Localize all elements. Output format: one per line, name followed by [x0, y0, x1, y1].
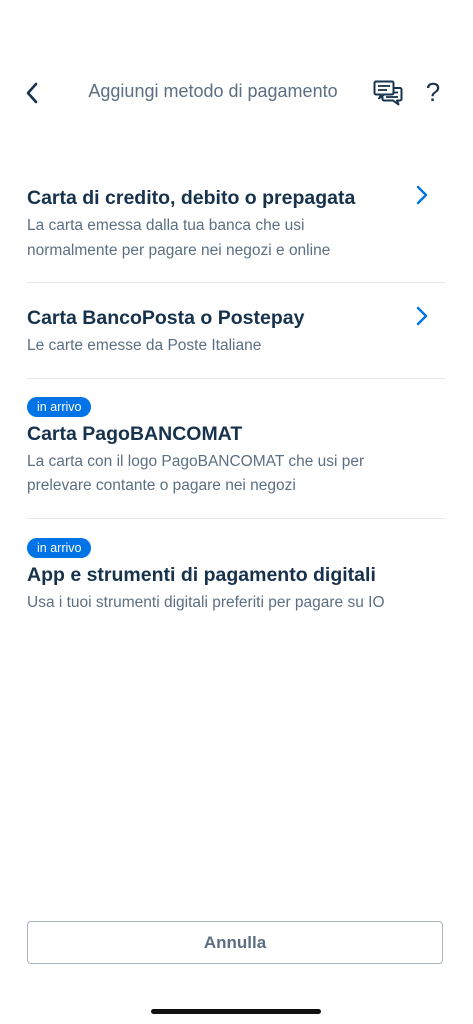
coming-soon-badge: in arrivo: [27, 537, 92, 558]
payment-methods-list: Carta di credito, debito o prepagata La …: [27, 162, 445, 634]
chat-bubbles-icon: [373, 80, 403, 106]
back-button[interactable]: [18, 78, 46, 108]
payment-method-pagobancomat: in arrivo Carta PagoBANCOMAT La carta co…: [27, 379, 445, 519]
coming-soon-badge: in arrivo: [27, 396, 92, 417]
navigation-header: Aggiungi metodo di pagamento ?: [0, 62, 473, 124]
chevron-right-icon: [413, 305, 431, 327]
payment-method-description: La carta emessa dalla tua banca che usi …: [27, 217, 331, 259]
page-title: Aggiungi metodo di pagamento: [88, 81, 338, 101]
footer: Annulla: [0, 900, 473, 1024]
chevron-left-icon: [26, 82, 38, 104]
cancel-button[interactable]: Annulla: [27, 921, 443, 964]
payment-method-title: Carta PagoBANCOMAT: [27, 422, 243, 445]
payment-method-credit-card[interactable]: Carta di credito, debito o prepagata La …: [27, 162, 445, 283]
payment-method-description: Usa i tuoi strumenti digitali preferiti …: [27, 593, 385, 611]
chevron-right-icon: [413, 184, 431, 206]
payment-method-description: Le carte emesse da Poste Italiane: [27, 337, 262, 354]
help-button[interactable]: ?: [420, 76, 446, 108]
contact-support-button[interactable]: [371, 78, 405, 108]
payment-method-digital: in arrivo App e strumenti di pagamento d…: [27, 519, 445, 635]
payment-method-description: La carta con il logo PagoBANCOMAT che us…: [27, 452, 365, 495]
payment-method-bancoposta[interactable]: Carta BancoPosta o Postepay Le carte eme…: [27, 283, 445, 379]
payment-method-title: Carta di credito, debito o prepagata: [27, 187, 356, 209]
payment-method-title: App e strumenti di pagamento digitali: [27, 563, 376, 586]
payment-method-title: Carta BancoPosta o Postepay: [27, 307, 305, 329]
home-indicator[interactable]: [151, 1009, 321, 1014]
